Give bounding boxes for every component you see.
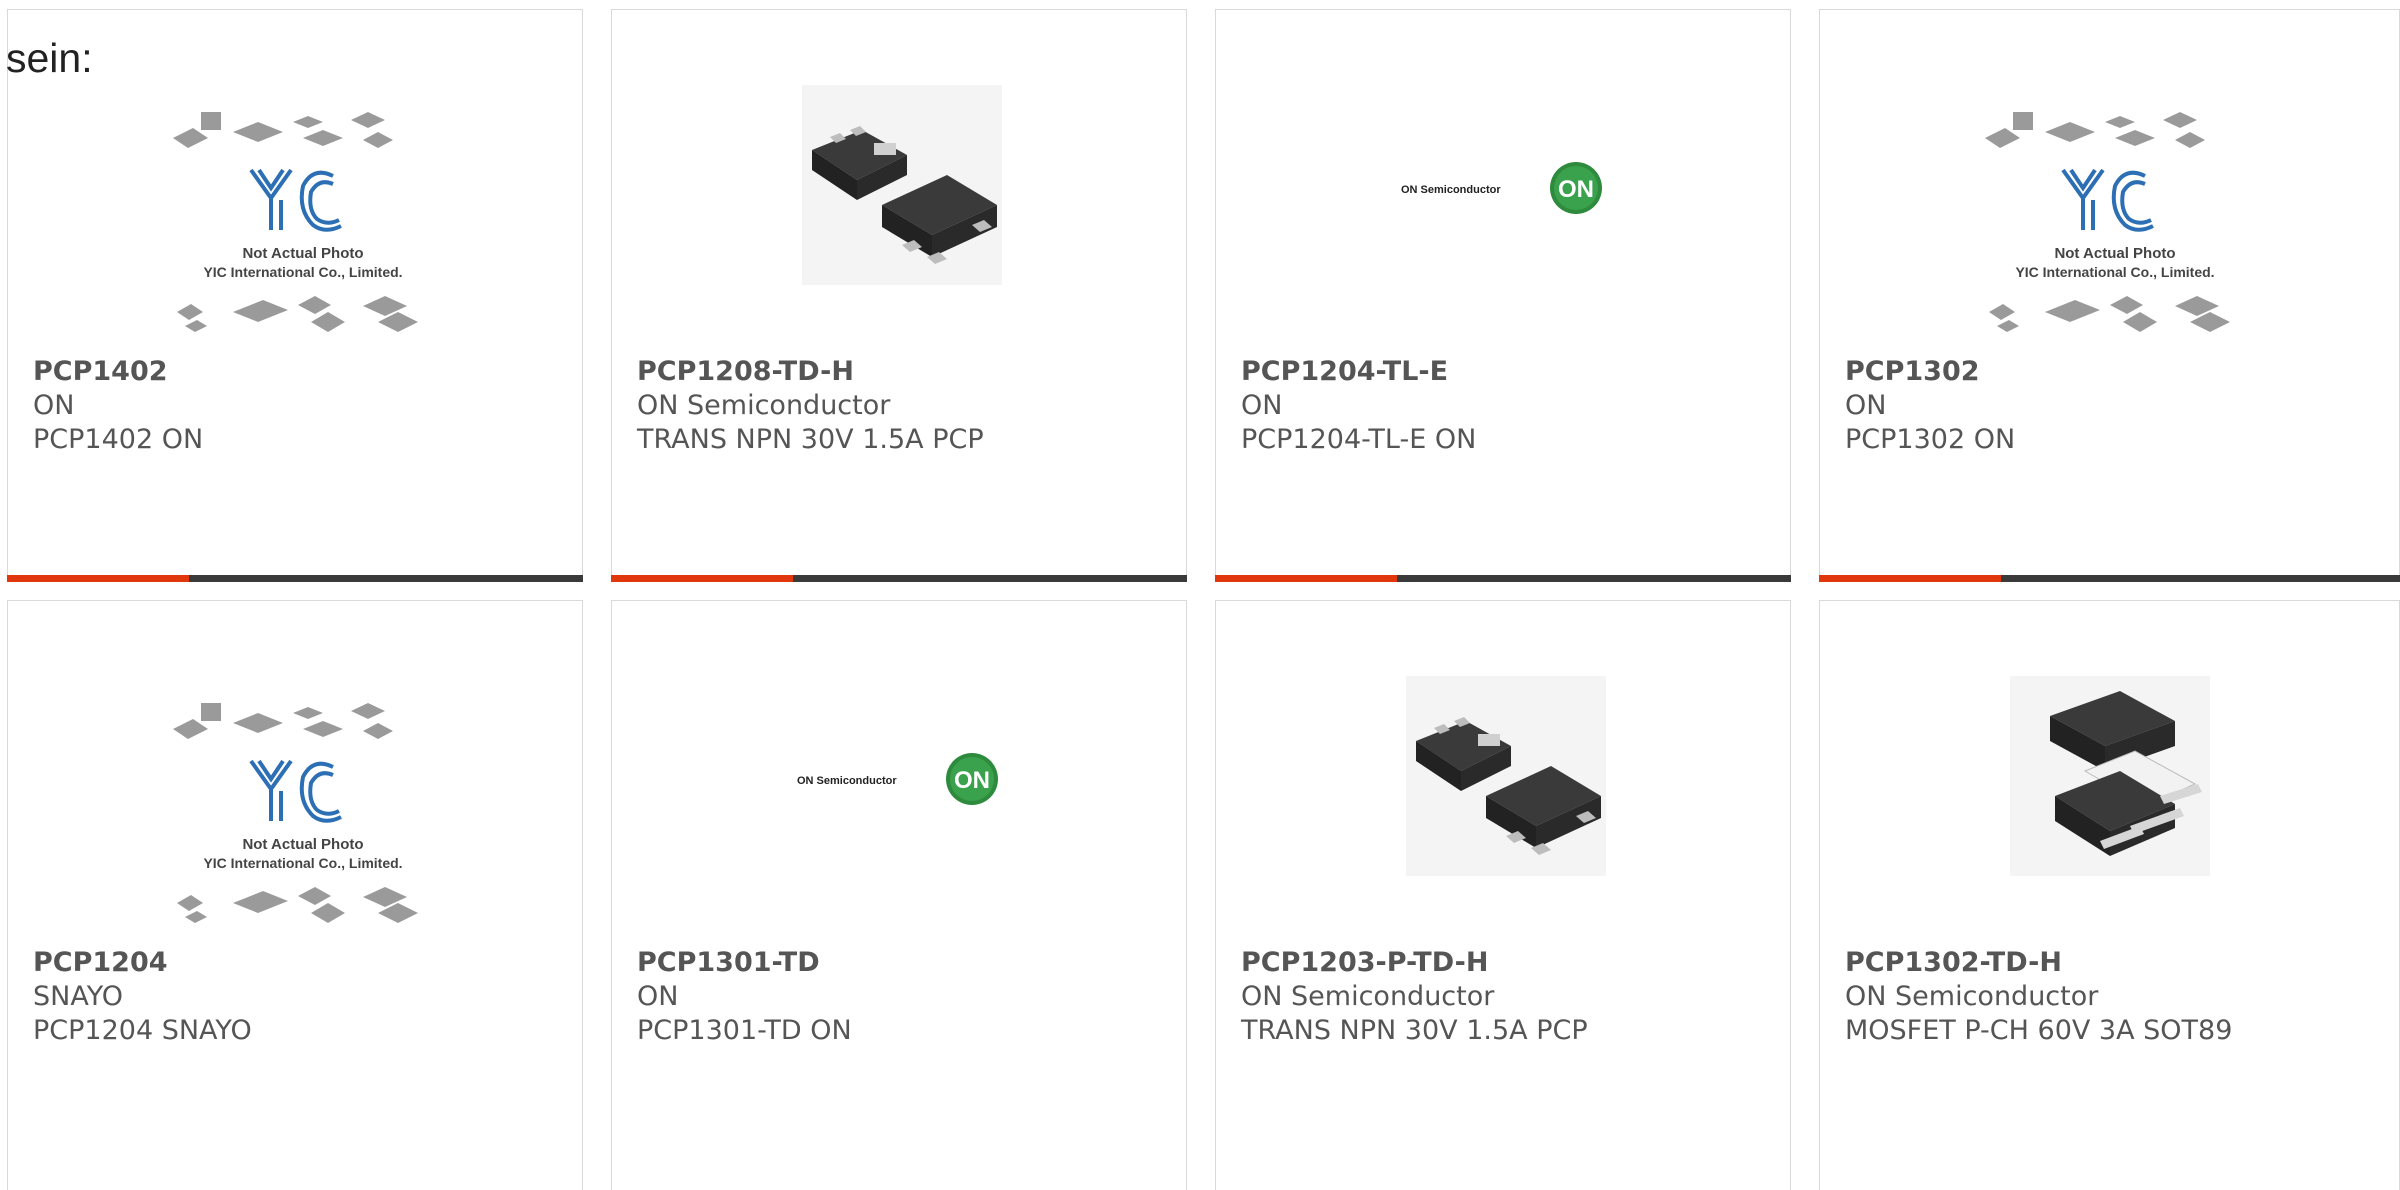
card-bottom-bar (1819, 575, 2400, 582)
product-info: PCP1402 ON PCP1402 ON (33, 355, 203, 457)
part-number[interactable]: PCP1203-P-TD-H (1241, 946, 1588, 980)
description: PCP1301-TD ON (637, 1015, 852, 1046)
on-semi-logo-icon: ON Semiconductor ON (797, 753, 998, 805)
yic-placeholder-icon: Not Actual Photo YIC International Co., … (1985, 112, 2230, 332)
product-image[interactable] (612, 10, 1186, 360)
card-bottom-bar (7, 575, 583, 582)
manufacturer: ON (637, 981, 679, 1012)
sot89-package-alt-icon (2010, 676, 2210, 876)
product-image[interactable]: ON Semiconductor ON (612, 601, 1186, 951)
product-image[interactable] (1820, 601, 2399, 951)
manufacturer: ON Semiconductor (1241, 981, 1495, 1012)
product-image[interactable]: Not Actual Photo YIC International Co., … (8, 601, 582, 951)
product-image[interactable]: ON Semiconductor ON (1216, 10, 1790, 360)
yic-placeholder-icon: Not Actual Photo YIC International Co., … (173, 703, 418, 923)
placeholder-line2: YIC International Co., Limited. (203, 264, 402, 280)
product-info: PCP1301-TD ON PCP1301-TD ON (637, 946, 852, 1048)
product-info: PCP1208-TD-H ON Semiconductor TRANS NPN … (637, 355, 984, 457)
card-accent-bar (611, 575, 793, 582)
product-grid: Not Actual Photo YIC International Co., … (0, 0, 2400, 1190)
product-info: PCP1302-TD-H ON Semiconductor MOSFET P-C… (1845, 946, 2232, 1048)
part-number[interactable]: PCP1204 (33, 946, 252, 980)
description: PCP1204 SNAYO (33, 1015, 252, 1046)
product-card[interactable]: Not Actual Photo YIC International Co., … (7, 600, 583, 1190)
card-accent-bar (1819, 575, 2001, 582)
intro-text: sein: (6, 35, 93, 81)
placeholder-line1: Not Actual Photo (242, 245, 363, 262)
product-image[interactable]: Not Actual Photo YIC International Co., … (8, 10, 582, 360)
product-info: PCP1204-TL-E ON PCP1204-TL-E ON (1241, 355, 1476, 457)
on-brand-text: ON Semiconductor (1401, 184, 1501, 196)
part-number[interactable]: PCP1301-TD (637, 946, 852, 980)
product-image[interactable] (1216, 601, 1790, 951)
on-badge-text: ON (1558, 176, 1594, 203)
part-number[interactable]: PCP1204-TL-E (1241, 355, 1476, 389)
product-info: PCP1204 SNAYO PCP1204 SNAYO (33, 946, 252, 1048)
description: PCP1302 ON (1845, 424, 2016, 455)
product-card[interactable]: Not Actual Photo YIC International Co., … (7, 9, 583, 582)
description: TRANS NPN 30V 1.5A PCP (1241, 1015, 1588, 1046)
part-number[interactable]: PCP1402 (33, 355, 203, 389)
product-card[interactable]: Not Actual Photo YIC International Co., … (1819, 9, 2400, 582)
product-card[interactable]: ON Semiconductor ON PCP1301-TD ON PCP130… (611, 600, 1187, 1190)
product-card[interactable]: PCP1203-P-TD-H ON Semiconductor TRANS NP… (1215, 600, 1791, 1190)
placeholder-line1: Not Actual Photo (2054, 245, 2175, 262)
card-accent-bar (7, 575, 189, 582)
description: MOSFET P-CH 60V 3A SOT89 (1845, 1015, 2233, 1046)
placeholder-line2: YIC International Co., Limited. (203, 855, 402, 871)
manufacturer: ON (1241, 390, 1283, 421)
manufacturer: SNAYO (33, 981, 123, 1012)
manufacturer: ON Semiconductor (1845, 981, 2099, 1012)
on-brand-text: ON Semiconductor (797, 775, 897, 787)
yic-placeholder-icon: Not Actual Photo YIC International Co., … (173, 112, 418, 332)
product-info: PCP1203-P-TD-H ON Semiconductor TRANS NP… (1241, 946, 1588, 1048)
part-number[interactable]: PCP1302-TD-H (1845, 946, 2232, 980)
sot89-package-icon (1406, 676, 1606, 876)
on-semi-logo-icon: ON Semiconductor ON (1401, 162, 1602, 214)
manufacturer: ON Semiconductor (637, 390, 891, 421)
on-badge-text: ON (954, 767, 990, 794)
product-image[interactable]: Not Actual Photo YIC International Co., … (1820, 10, 2399, 360)
card-accent-bar (1215, 575, 1397, 582)
description: PCP1204-TL-E ON (1241, 424, 1477, 455)
part-number[interactable]: PCP1302 (1845, 355, 2015, 389)
product-card[interactable]: PCP1302-TD-H ON Semiconductor MOSFET P-C… (1819, 600, 2400, 1190)
product-card[interactable]: ON Semiconductor ON PCP1204-TL-E ON PCP1… (1215, 9, 1791, 582)
card-bottom-bar (611, 575, 1187, 582)
part-number[interactable]: PCP1208-TD-H (637, 355, 984, 389)
sot89-package-icon (802, 85, 1002, 285)
manufacturer: ON (33, 390, 75, 421)
placeholder-line2: YIC International Co., Limited. (2015, 264, 2214, 280)
card-bottom-bar (1215, 575, 1791, 582)
product-card[interactable]: PCP1208-TD-H ON Semiconductor TRANS NPN … (611, 9, 1187, 582)
manufacturer: ON (1845, 390, 1887, 421)
placeholder-line1: Not Actual Photo (242, 836, 363, 853)
description: PCP1402 ON (33, 424, 204, 455)
description: TRANS NPN 30V 1.5A PCP (637, 424, 984, 455)
product-info: PCP1302 ON PCP1302 ON (1845, 355, 2015, 457)
